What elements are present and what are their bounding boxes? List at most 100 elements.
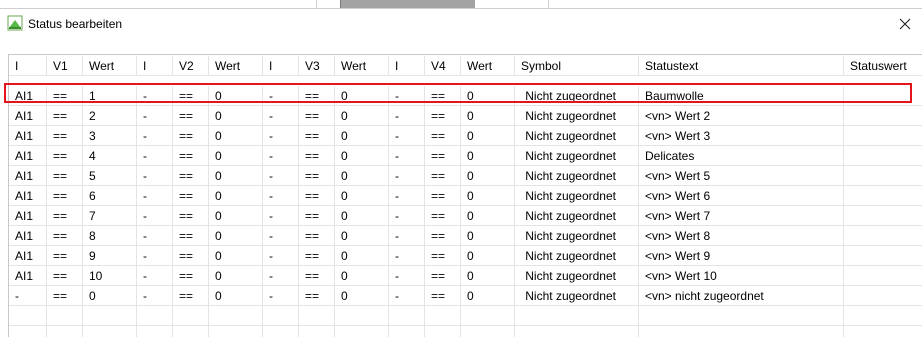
cell-col-i1[interactable]: AI1 bbox=[9, 206, 47, 226]
cell-col-v4[interactable]: == bbox=[425, 186, 461, 206]
table-row[interactable]: AI1 == 9- == 0- == 0- == 0 Nicht zugeordnet <vn> W… bbox=[9, 246, 922, 266]
cell-col-i3[interactable]: - bbox=[263, 86, 299, 106]
cell-col-v2[interactable] bbox=[173, 306, 209, 326]
cell-col-i3[interactable]: - bbox=[263, 126, 299, 146]
cell-col-symbol[interactable]: Nicht zugeordnet bbox=[515, 166, 639, 186]
cell-col-symbol[interactable]: Nicht zugeordnet bbox=[515, 106, 639, 126]
cell-col-wert1[interactable]: 5 bbox=[83, 166, 137, 186]
cell-col-v1[interactable]: == bbox=[47, 126, 83, 146]
cell-col-i3[interactable]: - bbox=[263, 286, 299, 306]
cell-col-wert2[interactable]: 0 bbox=[209, 186, 263, 206]
cell-col-statustext[interactable]: Delicates bbox=[639, 146, 844, 166]
cell-col-wert3[interactable]: 0 bbox=[335, 226, 389, 246]
cell-col-wert1[interactable]: 9 bbox=[83, 246, 137, 266]
header-col-symbol[interactable]: Symbol bbox=[515, 56, 639, 76]
cell-col-i4[interactable]: - bbox=[389, 166, 425, 186]
cell-col-wert2[interactable]: 0 bbox=[209, 206, 263, 226]
cell-col-i3[interactable] bbox=[263, 326, 299, 337]
cell-col-statuswert[interactable] bbox=[844, 246, 922, 266]
cell-col-v3[interactable]: == bbox=[299, 166, 335, 186]
cell-col-i3[interactable]: - bbox=[263, 246, 299, 266]
cell-col-v3[interactable] bbox=[299, 326, 335, 337]
cell-col-v2[interactable]: == bbox=[173, 126, 209, 146]
cell-col-i4[interactable]: - bbox=[389, 186, 425, 206]
cell-col-v4[interactable]: == bbox=[425, 166, 461, 186]
header-col-v4[interactable]: V4 bbox=[425, 56, 461, 76]
cell-col-i2[interactable]: - bbox=[137, 106, 173, 126]
cell-col-symbol[interactable]: Nicht zugeordnet bbox=[515, 186, 639, 206]
title-bar[interactable]: Status bearbeiten bbox=[0, 9, 922, 39]
cell-col-wert3[interactable] bbox=[335, 326, 389, 337]
cell-col-v4[interactable]: == bbox=[425, 146, 461, 166]
cell-col-wert2[interactable]: 0 bbox=[209, 126, 263, 146]
header-col-v3[interactable]: V3 bbox=[299, 56, 335, 76]
cell-col-i2[interactable]: - bbox=[137, 266, 173, 286]
cell-col-symbol[interactable] bbox=[515, 306, 639, 326]
cell-col-i2[interactable]: - bbox=[137, 86, 173, 106]
cell-col-wert3[interactable] bbox=[335, 306, 389, 326]
cell-col-v1[interactable]: == bbox=[47, 166, 83, 186]
header-col-wert1[interactable]: Wert bbox=[83, 56, 137, 76]
cell-col-i2[interactable]: - bbox=[137, 206, 173, 226]
cell-col-i4[interactable]: - bbox=[389, 106, 425, 126]
cell-col-i4[interactable]: - bbox=[389, 266, 425, 286]
cell-col-wert2[interactable]: 0 bbox=[209, 286, 263, 306]
cell-col-v4[interactable]: == bbox=[425, 286, 461, 306]
cell-col-i2[interactable]: - bbox=[137, 146, 173, 166]
cell-col-v4[interactable] bbox=[425, 306, 461, 326]
cell-col-i1[interactable]: AI1 bbox=[9, 86, 47, 106]
cell-col-wert1[interactable] bbox=[83, 326, 137, 337]
cell-col-v1[interactable]: == bbox=[47, 226, 83, 246]
cell-col-statuswert[interactable] bbox=[844, 146, 922, 166]
cell-col-v2[interactable]: == bbox=[173, 186, 209, 206]
cell-col-wert3[interactable]: 0 bbox=[335, 266, 389, 286]
cell-col-i1[interactable]: AI1 bbox=[9, 126, 47, 146]
table-row[interactable]: AI1 == 3- == 0- == 0- == 0 Nicht zugeordnet <vn> W… bbox=[9, 126, 922, 146]
close-button[interactable] bbox=[893, 13, 917, 35]
cell-col-statuswert[interactable] bbox=[844, 126, 922, 146]
header-col-wert3[interactable]: Wert bbox=[335, 56, 389, 76]
cell-col-i4[interactable] bbox=[389, 326, 425, 337]
cell-col-v3[interactable]: == bbox=[299, 246, 335, 266]
cell-col-statustext[interactable]: <vn> Wert 7 bbox=[639, 206, 844, 226]
cell-col-v4[interactable]: == bbox=[425, 86, 461, 106]
cell-col-statustext[interactable]: <vn> Wert 5 bbox=[639, 166, 844, 186]
cell-col-symbol[interactable] bbox=[515, 326, 639, 337]
cell-col-i1[interactable]: AI1 bbox=[9, 226, 47, 246]
cell-col-i3[interactable] bbox=[263, 306, 299, 326]
cell-col-v2[interactable]: == bbox=[173, 226, 209, 246]
cell-col-statuswert[interactable] bbox=[844, 326, 922, 337]
table-row[interactable]: AI1 == 1- == 0- == 0- == 0 Nicht zugeordnet Baumwo… bbox=[9, 86, 922, 106]
cell-col-v3[interactable]: == bbox=[299, 266, 335, 286]
cell-col-i4[interactable]: - bbox=[389, 126, 425, 146]
cell-col-wert2[interactable]: 0 bbox=[209, 246, 263, 266]
cell-col-wert4[interactable]: 0 bbox=[461, 146, 515, 166]
header-col-wert4[interactable]: Wert bbox=[461, 56, 515, 76]
cell-col-statuswert[interactable] bbox=[844, 286, 922, 306]
cell-col-i1[interactable]: AI1 bbox=[9, 106, 47, 126]
cell-col-v1[interactable]: == bbox=[47, 146, 83, 166]
table-row[interactable]: AI1 == 2- == 0- == 0- == 0 Nicht zugeordnet <vn> W… bbox=[9, 106, 922, 126]
header-col-i2[interactable]: I bbox=[137, 56, 173, 76]
cell-col-v2[interactable] bbox=[173, 326, 209, 337]
cell-col-statuswert[interactable] bbox=[844, 206, 922, 226]
cell-col-v1[interactable]: == bbox=[47, 86, 83, 106]
cell-col-i3[interactable]: - bbox=[263, 146, 299, 166]
cell-col-wert4[interactable]: 0 bbox=[461, 206, 515, 226]
cell-col-wert3[interactable]: 0 bbox=[335, 146, 389, 166]
cell-col-v4[interactable]: == bbox=[425, 106, 461, 126]
cell-col-i4[interactable]: - bbox=[389, 246, 425, 266]
cell-col-i4[interactable]: - bbox=[389, 226, 425, 246]
cell-col-wert4[interactable]: 0 bbox=[461, 226, 515, 246]
table-row[interactable]: AI1 == 4- == 0- == 0- == 0 Nicht zugeordnet Delica… bbox=[9, 146, 922, 166]
cell-col-i2[interactable] bbox=[137, 326, 173, 337]
header-col-v2[interactable]: V2 bbox=[173, 56, 209, 76]
cell-col-statuswert[interactable] bbox=[844, 226, 922, 246]
cell-col-v1[interactable]: == bbox=[47, 106, 83, 126]
cell-col-statuswert[interactable] bbox=[844, 306, 922, 326]
table-row[interactable]: AI1 == 8- == 0- == 0- == 0 Nicht zugeordnet <vn> W… bbox=[9, 226, 922, 246]
cell-col-v3[interactable]: == bbox=[299, 106, 335, 126]
cell-col-i4[interactable]: - bbox=[389, 86, 425, 106]
cell-col-v2[interactable]: == bbox=[173, 106, 209, 126]
cell-col-v1[interactable]: == bbox=[47, 246, 83, 266]
